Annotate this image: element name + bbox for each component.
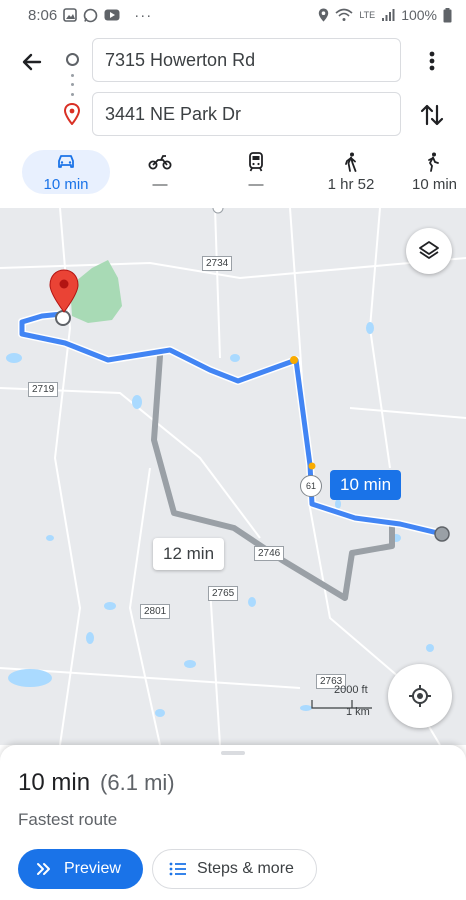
main-route-time-label[interactable]: 10 min [330, 470, 402, 500]
steps-label: Steps & more [197, 860, 294, 877]
highway-shield: 61 [300, 475, 322, 497]
signal-icon [382, 9, 395, 21]
mode-bike-label: 10 min [412, 175, 458, 193]
origin-text: 7315 Howerton Rd [105, 49, 256, 70]
preview-label: Preview [64, 860, 121, 877]
mode-walk[interactable]: 1 hr 52 [318, 150, 384, 194]
origin-marker [55, 310, 71, 326]
destination-marker [434, 526, 450, 542]
layers-button[interactable] [406, 228, 452, 274]
road-label: 2801 [140, 604, 171, 619]
road-label: 2746 [254, 546, 285, 561]
origin-input[interactable]: 7315 Howerton Rd [92, 38, 401, 82]
image-notification-icon [63, 8, 78, 22]
scale-feet: 2000 ft [334, 684, 368, 696]
my-location-button[interactable] [388, 664, 452, 728]
destination-pin-icon [63, 103, 81, 125]
status-bar: 8:06 ··· LTE 100% [0, 0, 466, 30]
steps-button[interactable]: Steps & more [152, 849, 317, 889]
back-arrow-icon [22, 53, 42, 71]
route-dots-icon [71, 71, 74, 99]
mode-drive-label: 10 min [43, 175, 89, 193]
road-label: 2765 [208, 586, 239, 601]
more-notifications-icon: ··· [134, 6, 153, 24]
status-time: 8:06 [28, 6, 58, 24]
layers-icon [419, 241, 439, 259]
status-right: LTE 100% [318, 7, 452, 23]
list-icon [169, 862, 186, 876]
back-button[interactable] [16, 46, 48, 78]
battery-percent: 100% [401, 7, 437, 23]
destination-text: 3441 NE Park Dr [105, 103, 242, 124]
battery-icon [443, 7, 452, 22]
route-bottom-sheet[interactable]: 10 min (6.1 mi) Fastest route Preview St… [0, 745, 466, 900]
map-scale: 2000 ft 1 km [310, 684, 390, 724]
double-chevron-right-icon [37, 863, 50, 875]
train-icon [248, 151, 264, 172]
mode-bike[interactable]: 10 min [412, 150, 466, 194]
location-icon [319, 8, 329, 22]
road-label: 2734 [202, 256, 233, 271]
route-subtitle: Fastest route [18, 810, 118, 829]
wifi-icon [335, 8, 353, 21]
swap-button[interactable] [418, 100, 446, 130]
more-vert-icon [429, 51, 435, 71]
map-view[interactable]: 2734 2719 2746 2765 2801 2763 61 10 min … [0, 208, 466, 745]
mode-transit[interactable]: — [228, 150, 284, 194]
preview-button[interactable]: Preview [18, 849, 143, 889]
more-options-button[interactable] [420, 44, 444, 78]
sheet-drag-handle[interactable] [221, 751, 245, 755]
my-location-icon [409, 685, 431, 707]
mode-drive[interactable]: 10 min [22, 150, 110, 194]
travel-modes: 10 min — — 1 hr 52 10 min [0, 148, 466, 198]
motorcycle-icon [148, 152, 172, 172]
alt-route-time-label[interactable]: 12 min [153, 538, 225, 570]
whatsapp-icon [83, 8, 98, 22]
youtube-icon [104, 9, 120, 21]
mode-transit-label: — [248, 175, 264, 193]
destination-input[interactable]: 3441 NE Park Dr [92, 92, 401, 136]
network-type: LTE [359, 10, 376, 20]
road-label: 2719 [28, 382, 59, 397]
origin-dot-icon [66, 53, 79, 66]
mode-motorcycle[interactable]: — [132, 150, 188, 194]
status-left: 8:06 ··· [28, 7, 152, 24]
car-icon [56, 152, 76, 172]
mode-walk-label: 1 hr 52 [327, 175, 375, 193]
bike-icon [412, 152, 452, 172]
swap-vert-icon [420, 104, 444, 126]
walk-icon [343, 152, 359, 172]
route-distance: (6.1 mi) [100, 770, 175, 795]
mode-motorcycle-label: — [152, 175, 168, 193]
route-time: 10 min [18, 769, 91, 796]
scale-km: 1 km [346, 706, 370, 718]
route-summary: 10 min (6.1 mi) [18, 769, 175, 797]
directions-header: 7315 Howerton Rd 3441 NE Park Dr 10 min … [0, 30, 466, 208]
